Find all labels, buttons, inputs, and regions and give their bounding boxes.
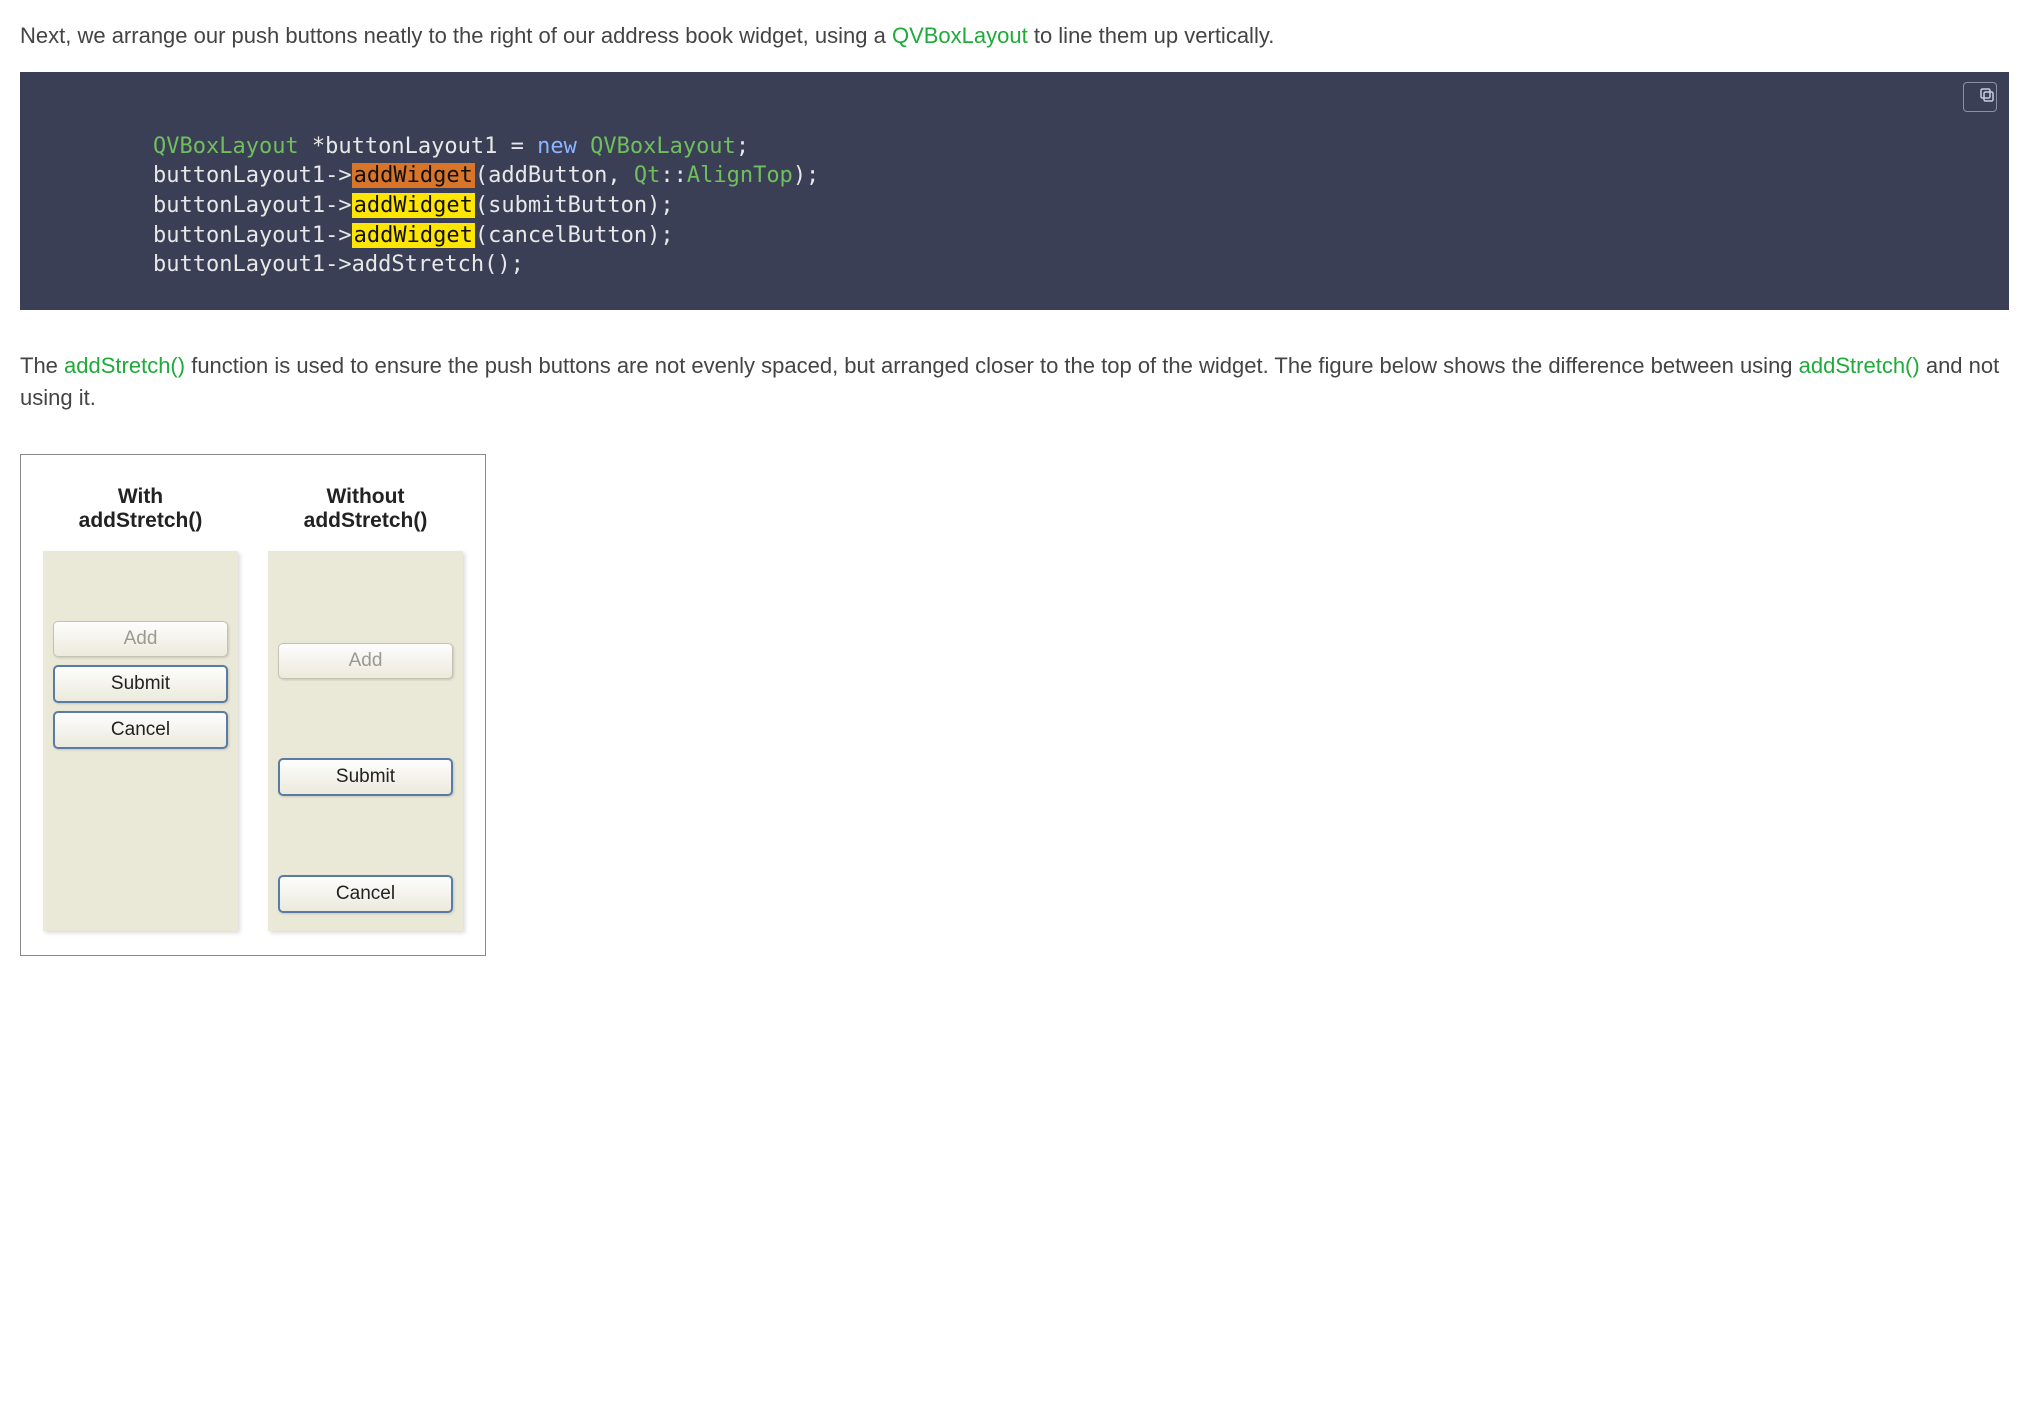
copy-icon bbox=[1964, 71, 1997, 122]
code-token: (submitButton); bbox=[475, 193, 674, 218]
figure-column-without: Without addStretch() Add Submit Cancel bbox=[268, 485, 463, 931]
submit-button: Submit bbox=[53, 665, 228, 703]
code-token: buttonLayout1-> bbox=[100, 223, 352, 248]
code-token: buttonLayout1-> bbox=[100, 163, 352, 188]
code-highlight: addWidget bbox=[352, 223, 475, 248]
qvboxlayout-link[interactable]: QVBoxLayout bbox=[892, 23, 1028, 48]
layout-panel-with: Add Submit Cancel bbox=[43, 551, 238, 931]
code-highlight: addWidget bbox=[352, 163, 475, 188]
text: function is used to ensure the push butt… bbox=[185, 353, 1799, 378]
code-highlight: addWidget bbox=[352, 193, 475, 218]
figure-column-with: With addStretch() Add Submit Cancel bbox=[43, 485, 238, 931]
copy-button[interactable] bbox=[1963, 82, 1997, 112]
code-token: ); bbox=[793, 163, 820, 188]
addstretch-link[interactable]: addStretch() bbox=[1799, 353, 1920, 378]
text: Next, we arrange our push buttons neatly… bbox=[20, 23, 892, 48]
code-token: QVBoxLayout bbox=[153, 134, 299, 159]
text: The bbox=[20, 353, 64, 378]
code-token: buttonLayout1-> bbox=[100, 193, 352, 218]
add-button: Add bbox=[278, 643, 453, 679]
figure-heading: Without addStretch() bbox=[268, 485, 463, 533]
comparison-figure: With addStretch() Add Submit Cancel With… bbox=[20, 454, 486, 956]
code-token: AlignTop bbox=[687, 163, 793, 188]
code-token: buttonLayout1->addStretch(); bbox=[100, 252, 524, 277]
explain-paragraph: The addStretch() function is used to ens… bbox=[20, 350, 2009, 414]
code-token: new bbox=[537, 134, 577, 159]
code-token: :: bbox=[660, 163, 687, 188]
code-token: ; bbox=[736, 134, 749, 159]
figure-heading: With addStretch() bbox=[43, 485, 238, 533]
intro-paragraph: Next, we arrange our push buttons neatly… bbox=[20, 20, 2009, 52]
code-block: QVBoxLayout *buttonLayout1 = new QVBoxLa… bbox=[20, 72, 2009, 310]
cancel-button: Cancel bbox=[53, 711, 228, 749]
addstretch-link[interactable]: addStretch() bbox=[64, 353, 185, 378]
code-token: Qt bbox=[634, 163, 661, 188]
add-button: Add bbox=[53, 621, 228, 657]
code-token: *buttonLayout1 = bbox=[299, 134, 537, 159]
layout-panel-without: Add Submit Cancel bbox=[268, 551, 463, 931]
code-token: (addButton, bbox=[475, 163, 634, 188]
code-token: (cancelButton); bbox=[475, 223, 674, 248]
code-token: QVBoxLayout bbox=[577, 134, 736, 159]
cancel-button: Cancel bbox=[278, 875, 453, 913]
text: to line them up vertically. bbox=[1028, 23, 1275, 48]
submit-button: Submit bbox=[278, 758, 453, 796]
